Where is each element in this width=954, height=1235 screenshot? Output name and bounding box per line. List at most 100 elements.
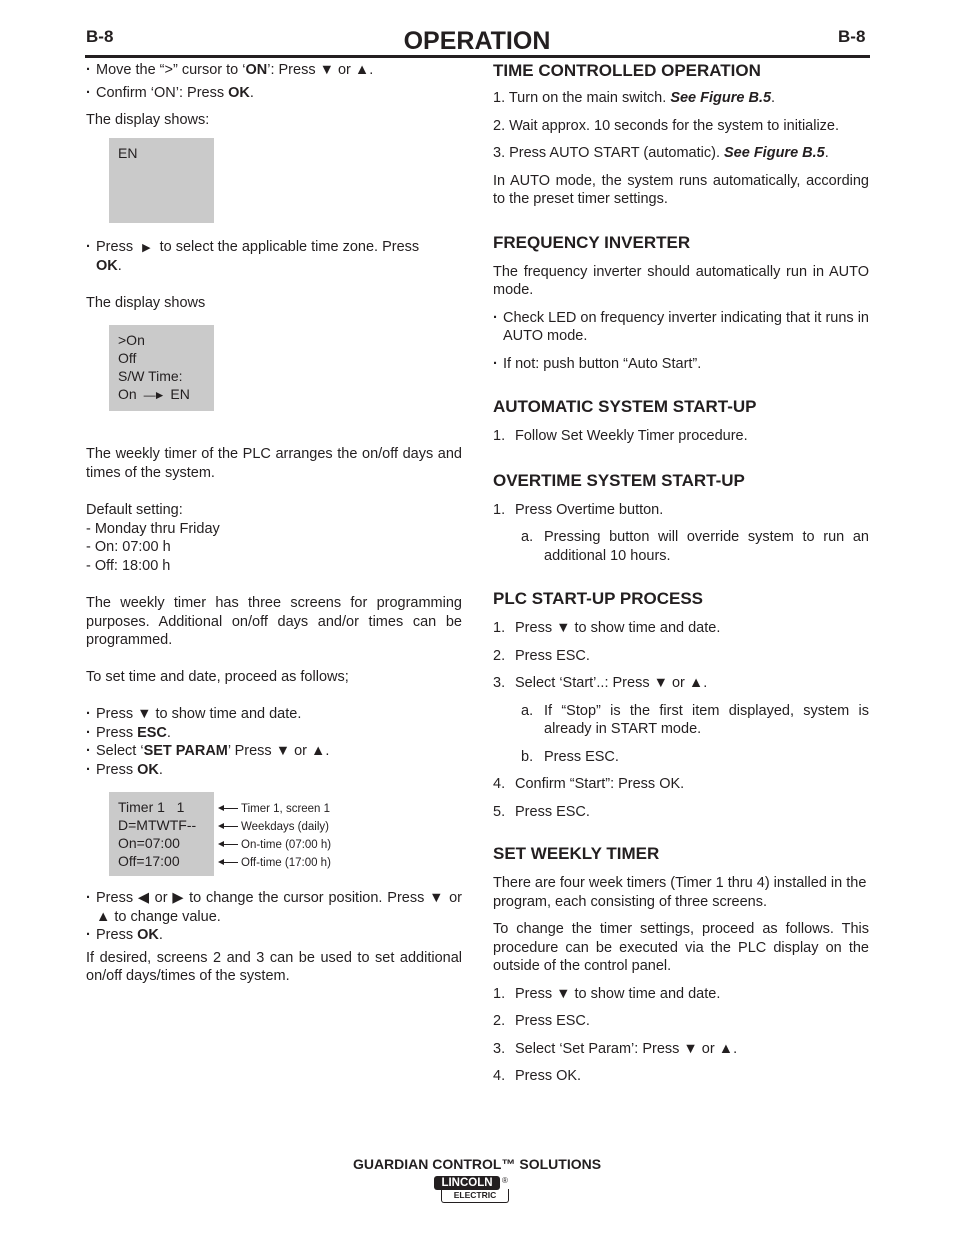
- text: .: [158, 927, 163, 943]
- lcd-line: >On: [118, 332, 145, 348]
- substep-letter: a.: [521, 529, 534, 545]
- timer-screen-figure: Timer 1 1 D=MTWTF-- On=07:00 Off=17:00 T…: [109, 792, 462, 876]
- figure-reference: See Figure B.5: [670, 90, 772, 106]
- step-text: Press ESC.: [515, 647, 590, 664]
- annotation: Off-time (17:00 h): [218, 854, 331, 872]
- step-text: Follow Set Weekly Timer procedure.: [515, 428, 748, 444]
- step-number: 2.: [493, 647, 506, 664]
- text: .: [158, 761, 163, 778]
- step-text: Press Overtime button.: [515, 501, 664, 518]
- text: .: [824, 145, 829, 161]
- text: ’: Press ▼ or ▲.: [267, 62, 374, 78]
- arrow-right-icon: —►: [143, 388, 166, 402]
- arrow-left-icon: [218, 840, 238, 848]
- annotation: On-time (07:00 h): [218, 836, 331, 854]
- overtime-substep: a. Pressing button will override system t…: [493, 528, 869, 565]
- text: ’ Press ▼ or ▲.: [227, 743, 330, 759]
- text: Off-time (17:00 h): [241, 857, 331, 869]
- step-number: 1.: [493, 428, 506, 444]
- step-text: Press ESC.: [515, 1013, 590, 1029]
- step-text: Select ‘Start’..: Press ▼ or ▲.: [515, 675, 708, 691]
- fi-bullet-auto-start: If not: push button “Auto Start”.: [493, 355, 869, 374]
- text: .: [117, 258, 122, 274]
- text: On-time (07:00 h): [241, 839, 332, 851]
- text: .: [771, 90, 776, 106]
- lcd-line: S/W Time:: [118, 368, 183, 384]
- swt-step: 2. Press ESC.: [493, 1012, 869, 1031]
- plc-substep: a. If “Stop” is the first item displayed,…: [493, 702, 869, 739]
- text: 1. Turn on the main switch.: [493, 90, 671, 106]
- text: 3. Press AUTO START (automatic).: [493, 145, 724, 161]
- default-setting-item: - Monday thru Friday: [86, 520, 220, 537]
- text: .: [249, 84, 254, 101]
- tco-step-2: 2. Wait approx. 10 seconds for the syste…: [493, 117, 840, 134]
- heading-frequency-inverter: FREQUENCY INVERTER: [493, 232, 691, 252]
- set-time-steps: Press ▼ to show time and date. Press ESC…: [86, 705, 462, 779]
- plc-substep: b. Press ESC.: [493, 748, 869, 767]
- bold-text: OK: [228, 84, 250, 101]
- heading-plc-start-up-process: PLC START-UP PROCESS: [493, 589, 704, 608]
- plc-step: 1. Press ▼ to show time and date.: [493, 619, 869, 638]
- text: Confirm ‘ON’: Press: [96, 84, 229, 101]
- arrow-left-icon: [218, 822, 238, 830]
- tco-paragraph: In AUTO mode, the system runs automatica…: [493, 172, 869, 208]
- bold-text: SET PARAM: [143, 743, 228, 759]
- paragraph-screens-2-3: If desired, screens 2 and 3 can be used …: [86, 949, 462, 985]
- timer-annotations: Timer 1, screen 1 Weekdays (daily) On-ti…: [218, 792, 331, 872]
- plc-step: 3. Select ‘Start’..: Press ▼ or ▲.: [493, 674, 869, 693]
- text: On: [118, 386, 137, 402]
- step-text: Press ▼ to show time and date.: [515, 620, 721, 636]
- text: Press: [96, 927, 138, 943]
- left-column: Move the “>” cursor to ‘ON’: Press ▼ or …: [86, 60, 462, 986]
- step-text: Confirm “Start”: Press OK.: [515, 776, 685, 792]
- step-select-set-param: Select ‘SET PARAM’ Press ▼ or ▲.: [86, 742, 462, 761]
- lcd-display-timer: Timer 1 1 D=MTWTF-- On=07:00 Off=17:00: [109, 792, 214, 876]
- logo-top: LINCOLN: [434, 1176, 500, 1190]
- figure-reference: See Figure B.5: [724, 145, 825, 161]
- auto-step: 1. Follow Set Weekly Timer procedure.: [493, 427, 869, 446]
- text: Weekdays (daily): [241, 821, 329, 833]
- substep-text: If “Stop” is the first item displayed, s…: [544, 702, 869, 738]
- default-setting-item: - Off: 18:00 h: [86, 557, 171, 574]
- bold-text: OK: [96, 258, 118, 274]
- overtime-step: 1. Press Overtime button.: [493, 501, 869, 520]
- swt-step: 3. Select ‘Set Param’: Press ▼ or ▲.: [493, 1040, 869, 1059]
- step-number: 4.: [493, 776, 506, 792]
- text: Press: [96, 724, 138, 741]
- text: .: [166, 724, 171, 741]
- step-number: 3.: [493, 675, 506, 691]
- text: Select ‘: [96, 743, 144, 759]
- plc-step: 5. Press ESC.: [493, 803, 869, 822]
- text: Timer 1, screen 1: [241, 803, 331, 815]
- step-press-esc: Press ESC.: [86, 724, 462, 743]
- swt-paragraph-1: There are four week timers (Timer 1 thru…: [493, 875, 867, 910]
- header-rule: [85, 55, 870, 58]
- paragraph-weekly-timer: The weekly timer of the PLC arranges the…: [86, 446, 462, 481]
- bullet-press-ok: Press OK.: [86, 926, 462, 945]
- substep-text: Press ESC.: [544, 748, 619, 765]
- page-number-right: B-8: [838, 27, 866, 46]
- display-shows-label: The display shows:: [86, 112, 210, 128]
- bullet-select-time-zone: Press ▶ to select the applicable time zo…: [86, 238, 462, 276]
- text: Press: [96, 761, 138, 778]
- display-shows-label-2: The display shows: [86, 294, 206, 311]
- substep-text: Pressing button will override system to …: [544, 529, 869, 564]
- annotation: Weekdays (daily): [218, 818, 331, 836]
- step-text: Press OK.: [515, 1068, 582, 1084]
- swt-step: 1. Press ▼ to show time and date.: [493, 985, 869, 1004]
- lcd-line: On=07:00: [118, 835, 180, 851]
- step-number: 3.: [493, 1040, 506, 1057]
- step-number: 2.: [493, 1013, 506, 1029]
- plc-step: 2. Press ESC.: [493, 647, 869, 666]
- lcd-line: Off=17:00: [118, 853, 180, 869]
- heading-overtime-system-start-up: OVERTIME SYSTEM START-UP: [493, 470, 745, 490]
- lcd-line: Off: [118, 350, 137, 366]
- step-press-ok: Press OK.: [86, 761, 462, 780]
- step-show-time: Press ▼ to show time and date.: [86, 705, 462, 724]
- text: to select the applicable time zone. Pres…: [159, 238, 420, 255]
- text: Move the “>” cursor to ‘: [96, 62, 246, 78]
- lincoln-electric-logo: ELECTRIC LINCOLN ®: [434, 1176, 514, 1206]
- step-number: 5.: [493, 803, 506, 820]
- swt-paragraph-2: To change the timer settings, proceed as…: [493, 921, 869, 974]
- lcd-line: Timer 1 1: [118, 799, 185, 815]
